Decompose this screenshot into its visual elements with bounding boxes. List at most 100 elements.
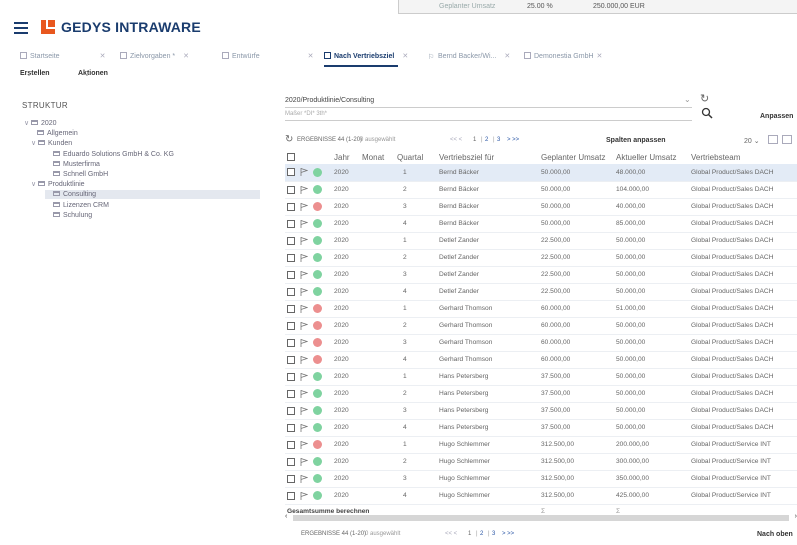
checkbox[interactable] [287, 423, 295, 432]
flag-icon[interactable] [300, 321, 308, 330]
tab-entwuerfe[interactable]: Entwürfe ✕ [222, 52, 314, 60]
flag-icon[interactable] [300, 372, 308, 381]
table-row[interactable]: 2020 2 Hans Petersberg 37.500,00 50.000,00 Gl… [285, 385, 797, 403]
row-checkbox-cell[interactable] [285, 419, 298, 437]
flag-cell[interactable] [298, 283, 311, 301]
sum-planned[interactable]: Σ [539, 504, 614, 513]
table-row[interactable]: 2020 4 Detlef Zander 22.500,00 50.000,00 Glob… [285, 283, 797, 301]
checkbox[interactable] [287, 491, 295, 500]
sum-actual[interactable]: Σ [614, 504, 689, 513]
row-checkbox-cell[interactable] [285, 164, 298, 182]
table-row[interactable]: 2020 1 Hans Petersberg 37.500,00 50.000,00 Gl… [285, 368, 797, 386]
scroll-left-icon[interactable]: ‹ [285, 513, 287, 520]
checkbox[interactable] [287, 457, 295, 466]
flag-icon[interactable] [300, 355, 308, 364]
collapse-icon[interactable]: ∨ [31, 180, 38, 189]
tree-node-eduardo[interactable]: Eduardo Solutions GmbH & Co. KG [53, 150, 174, 159]
flag-icon[interactable] [300, 236, 308, 245]
checkbox[interactable] [287, 389, 295, 398]
tree-node-lizenzen[interactable]: Lizenzen CRM [53, 201, 109, 210]
table-row[interactable]: 2020 1 Gerhard Thomson 60.000,00 51.000,00 Gl… [285, 300, 797, 318]
refresh-icon[interactable]: ↻ [700, 92, 709, 105]
flag-cell[interactable] [298, 198, 311, 216]
flag-icon[interactable] [300, 491, 308, 500]
row-checkbox-cell[interactable] [285, 198, 298, 216]
flag-cell[interactable] [298, 249, 311, 267]
row-checkbox-cell[interactable] [285, 368, 298, 386]
checkbox[interactable] [287, 474, 295, 483]
tree-node-allgemein[interactable]: Allgemein [37, 129, 78, 138]
flag-cell[interactable] [298, 215, 311, 233]
table-row[interactable]: 2020 4 Hugo Schlemmer 312.500,00 425.000,00 G… [285, 487, 797, 505]
flag-cell[interactable] [298, 351, 311, 369]
row-checkbox-cell[interactable] [285, 232, 298, 250]
sum-label[interactable]: Gesamtsumme berechnen [285, 504, 539, 513]
table-row[interactable]: 2020 4 Hans Petersberg 37.500,00 50.000,00 Gl… [285, 419, 797, 437]
row-checkbox-cell[interactable] [285, 300, 298, 318]
checkbox[interactable] [287, 304, 295, 313]
row-checkbox-cell[interactable] [285, 453, 298, 471]
customize-button[interactable]: Anpassen [760, 113, 793, 120]
flag-icon[interactable] [300, 219, 308, 228]
flag-icon[interactable] [300, 406, 308, 415]
close-icon[interactable]: ✕ [308, 53, 314, 60]
select-all[interactable] [285, 150, 298, 164]
flag-cell[interactable] [298, 487, 311, 505]
checkbox[interactable] [287, 185, 295, 194]
flag-cell[interactable] [298, 436, 311, 454]
table-row[interactable]: 2020 3 Bernd Bäcker 50.000,00 40.000,00 Globa… [285, 198, 797, 216]
horizontal-scrollbar[interactable]: ‹ › [285, 513, 797, 522]
flag-cell[interactable] [298, 368, 311, 386]
list-view-icon[interactable] [782, 135, 792, 144]
flag-cell[interactable] [298, 470, 311, 488]
path-field[interactable]: 2020/Produktlinie/Consulting [285, 97, 692, 108]
tab-nach-vertriebsziel[interactable]: Nach Vertriebsziel ✕ [324, 52, 408, 67]
collapse-icon[interactable]: ∨ [31, 139, 38, 148]
checkbox[interactable] [287, 202, 295, 211]
checkbox[interactable] [287, 236, 295, 245]
back-to-top-button[interactable]: Nach oben [757, 531, 793, 538]
checkbox[interactable] [287, 406, 295, 415]
table-row[interactable]: 2020 3 Gerhard Thomson 60.000,00 50.000,00 Gl… [285, 334, 797, 352]
tab-bernd-backer[interactable]: ⚐ Bernd Backer/Wi... ✕ [428, 52, 510, 61]
collapse-icon[interactable]: ∨ [24, 119, 31, 128]
columns-adjust-button[interactable]: Spalten anpassen [606, 137, 666, 144]
table-row[interactable]: 2020 2 Hugo Schlemmer 312.500,00 300.000,00 G… [285, 453, 797, 471]
flag-cell[interactable] [298, 453, 311, 471]
refresh-icon[interactable]: ↻ [285, 134, 293, 145]
row-checkbox-cell[interactable] [285, 436, 298, 454]
flag-icon[interactable] [300, 474, 308, 483]
pager-prev[interactable]: << < [450, 137, 462, 143]
search-icon[interactable] [701, 107, 713, 119]
flag-cell[interactable] [298, 232, 311, 250]
table-row[interactable]: 2020 1 Bernd Bäcker 50.000,00 48.000,00 Globa… [285, 164, 797, 182]
row-checkbox-cell[interactable] [285, 317, 298, 335]
page-size-select[interactable]: 20 ⌄ [744, 137, 760, 145]
flag-cell[interactable] [298, 181, 311, 199]
tab-zielvorgaben[interactable]: Zielvorgaben * ✕ [120, 52, 189, 60]
flag-icon[interactable] [300, 457, 308, 466]
chevron-down-icon[interactable]: ⌄ [684, 95, 691, 104]
checkbox[interactable] [287, 219, 295, 228]
col-header-sales-team[interactable]: Vertriebsteam [689, 150, 797, 164]
row-checkbox-cell[interactable] [285, 215, 298, 233]
table-row[interactable]: 2020 1 Detlef Zander 22.500,00 50.000,00 Glob… [285, 232, 797, 250]
col-header-target-for[interactable]: Vertriebsziel für [437, 150, 539, 164]
flag-cell[interactable] [298, 419, 311, 437]
flag-icon[interactable] [300, 423, 308, 432]
flag-icon[interactable] [300, 389, 308, 398]
flag-cell[interactable] [298, 385, 311, 403]
flag-cell[interactable] [298, 266, 311, 284]
close-icon[interactable]: ✕ [402, 53, 408, 60]
checkbox[interactable] [287, 153, 295, 162]
flag-icon[interactable] [300, 168, 308, 177]
pager-page-1[interactable]: 1 [473, 137, 476, 143]
row-checkbox-cell[interactable] [285, 249, 298, 267]
table-row[interactable]: 2020 1 Hugo Schlemmer 312.500,00 200.000,00 G… [285, 436, 797, 454]
close-icon[interactable]: ✕ [597, 53, 603, 60]
flag-icon[interactable] [300, 202, 308, 211]
table-row[interactable]: 2020 2 Gerhard Thomson 60.000,00 50.000,00 Gl… [285, 317, 797, 335]
flag-icon[interactable] [300, 440, 308, 449]
table-row[interactable]: 2020 3 Detlef Zander 22.500,00 50.000,00 Glob… [285, 266, 797, 284]
checkbox[interactable] [287, 372, 295, 381]
